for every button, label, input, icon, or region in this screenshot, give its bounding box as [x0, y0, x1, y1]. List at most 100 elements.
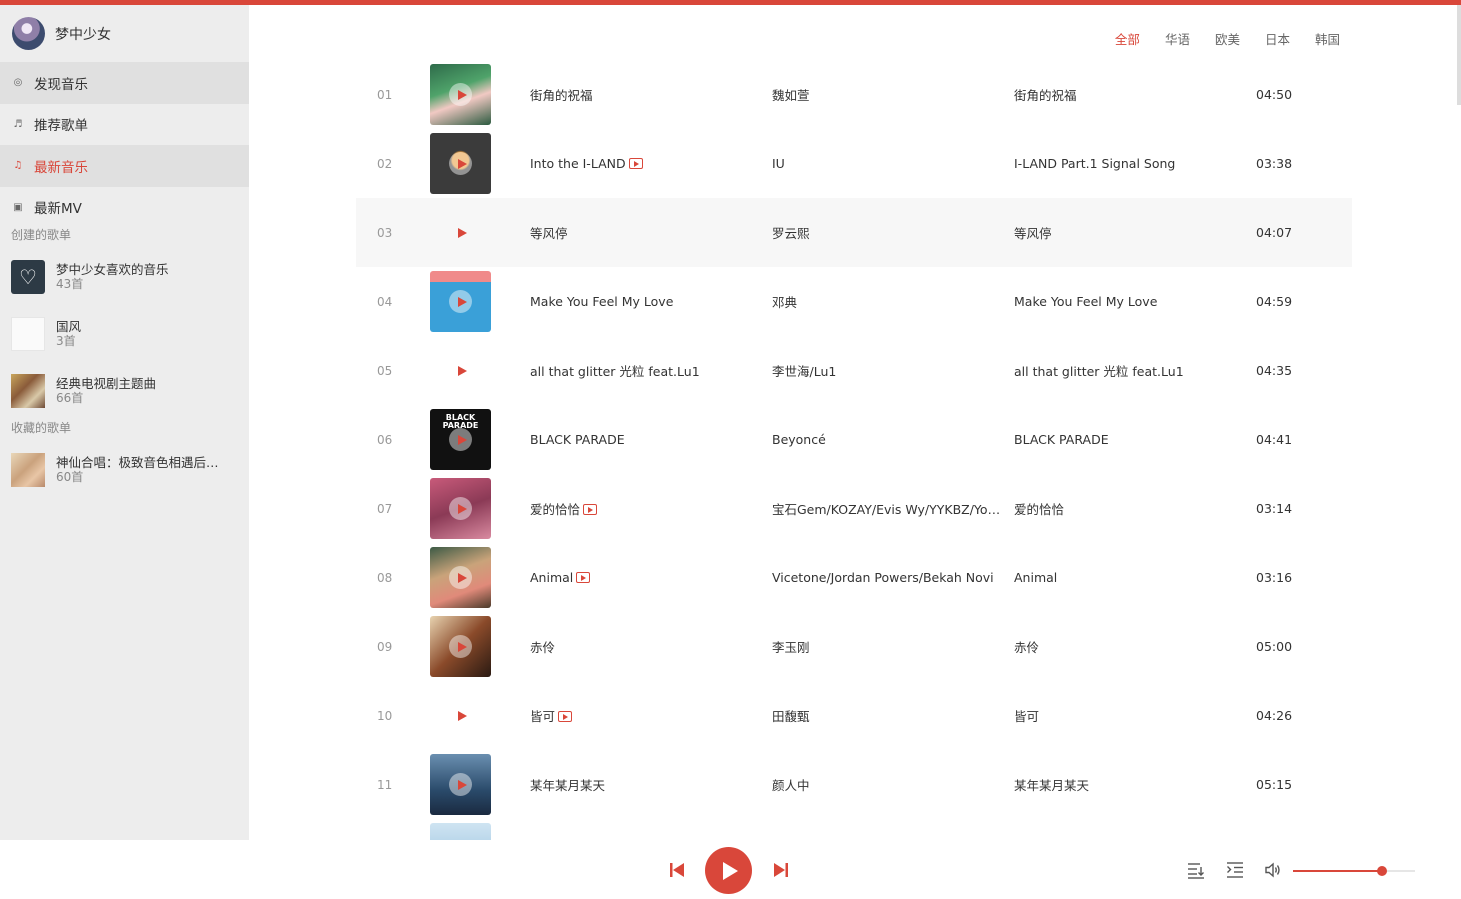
song-album[interactable]: I-LAND Part.1 Signal Song	[1014, 156, 1244, 171]
song-artist[interactable]: 魏如萱	[772, 85, 1002, 104]
song-row[interactable]: 11 某年某月某天 颜人中 某年某月某天 05:15	[356, 750, 1352, 819]
song-row[interactable]: 09 赤伶 李玉刚 赤伶 05:00	[356, 612, 1352, 681]
mv-icon[interactable]	[576, 572, 591, 583]
song-cover[interactable]	[430, 547, 491, 608]
song-album[interactable]: BLACK PARADE	[1014, 432, 1244, 447]
song-cover[interactable]	[430, 616, 491, 677]
playlist-item[interactable]: 神仙合唱：极致音色相遇后的... 60首	[0, 441, 249, 498]
song-cover[interactable]	[430, 754, 491, 815]
scrollbar[interactable]	[1457, 5, 1461, 105]
mv-icon[interactable]	[628, 158, 643, 169]
song-title[interactable]: 赤伶	[530, 637, 760, 656]
song-row[interactable]: 02 Into the I-LAND IU I-LAND Part.1 Sign…	[356, 129, 1352, 198]
nav-discover-music[interactable]: ◎ 发现音乐	[0, 62, 249, 104]
song-artist[interactable]: 宝石Gem/KOZAY/Evis Wy/YYKBZ/Yok...	[772, 499, 1002, 518]
song-row[interactable]: 10 皆可 田馥甄 皆可 04:26	[356, 681, 1352, 750]
song-album[interactable]: 赤伶	[1014, 637, 1244, 656]
play-icon[interactable]	[449, 497, 472, 520]
mv-icon[interactable]	[583, 504, 598, 515]
user-profile[interactable]: 梦中少女	[0, 5, 249, 62]
filter-korea[interactable]: 韩国	[1315, 29, 1340, 48]
play-icon[interactable]	[449, 635, 472, 658]
song-title[interactable]: Into the I-LAND	[530, 156, 760, 171]
nav-recommended-playlists[interactable]: ♬ 推荐歌单	[0, 104, 249, 146]
song-duration: 04:59	[1256, 294, 1293, 309]
play-icon[interactable]	[449, 428, 472, 451]
nav-latest-mv[interactable]: ▣ 最新MV	[0, 187, 249, 229]
filter-chinese[interactable]: 华语	[1165, 29, 1190, 48]
play-icon[interactable]	[449, 566, 472, 589]
play-icon[interactable]	[449, 773, 472, 796]
avatar[interactable]	[12, 17, 45, 50]
previous-track-icon[interactable]	[669, 862, 685, 878]
playlist-count: 3首	[56, 334, 76, 348]
music-note-icon: ♫	[13, 160, 23, 172]
song-album[interactable]: 皆可	[1014, 706, 1244, 725]
playlist-item[interactable]: 国风 3首	[0, 305, 249, 362]
playlist-count: 66首	[56, 391, 84, 405]
playlist-queue-icon[interactable]	[1187, 861, 1205, 879]
playlist-item[interactable]: ♡ 梦中少女喜欢的音乐 43首	[0, 248, 249, 305]
filter-japan[interactable]: 日本	[1265, 29, 1290, 48]
song-cover[interactable]	[430, 823, 491, 840]
song-row[interactable]: 08 Animal Vicetone/Jordan Powers/Bekah N…	[356, 543, 1352, 612]
filter-all[interactable]: 全部	[1115, 29, 1140, 48]
song-title[interactable]: all that glitter 光粒 feat.Lu1	[530, 361, 760, 380]
song-artist[interactable]: 罗云熙	[772, 223, 1002, 242]
play-icon[interactable]	[449, 152, 472, 175]
song-title[interactable]: BLACK PARADE	[530, 432, 760, 447]
play-icon[interactable]	[449, 83, 472, 106]
song-cover[interactable]	[430, 133, 491, 194]
song-album[interactable]: Make You Feel My Love	[1014, 294, 1244, 309]
song-artist[interactable]: 田馥甄	[772, 706, 1002, 725]
song-row[interactable]: 05 all that glitter 光粒 feat.Lu1 李世海/Lu1 …	[356, 336, 1352, 405]
play-icon[interactable]	[458, 227, 467, 238]
song-artist[interactable]: 李玉刚	[772, 637, 1002, 656]
volume-slider[interactable]	[1293, 866, 1415, 876]
song-artist[interactable]: 李世海/Lu1	[772, 361, 1002, 380]
song-row[interactable]: 06 BLACK PARADE BLACK PARADE Beyoncé BLA…	[356, 405, 1352, 474]
song-album[interactable]: 等风停	[1014, 223, 1244, 242]
song-artist[interactable]: IU	[772, 156, 1002, 171]
song-title[interactable]: 爱的恰恰	[530, 499, 760, 518]
song-album[interactable]: 街角的祝福	[1014, 85, 1244, 104]
song-row[interactable]: 01 街角的祝福 魏如萱 街角的祝福 04:50	[356, 60, 1352, 129]
filter-western[interactable]: 欧美	[1215, 29, 1240, 48]
next-track-icon[interactable]	[773, 862, 789, 878]
song-row[interactable]: 03 等风停 罗云熙 等风停 04:07	[356, 198, 1352, 267]
song-cover[interactable]	[430, 64, 491, 125]
nav-latest-music[interactable]: ♫ 最新音乐	[0, 145, 249, 187]
song-cover[interactable]	[430, 271, 491, 332]
playlist-name: 梦中少女喜欢的音乐	[56, 262, 169, 277]
song-title[interactable]: 街角的祝福	[530, 85, 760, 104]
song-artist[interactable]: 邓典	[772, 292, 1002, 311]
play-icon[interactable]	[458, 365, 467, 376]
play-icon[interactable]	[449, 290, 472, 313]
song-artist[interactable]: 颜人中	[772, 775, 1002, 794]
song-artist[interactable]: Vicetone/Jordan Powers/Bekah Novi	[772, 570, 1002, 585]
song-row[interactable]	[356, 819, 1352, 840]
song-album[interactable]: 爱的恰恰	[1014, 499, 1244, 518]
song-title[interactable]: 等风停	[530, 223, 760, 242]
play-icon[interactable]	[458, 710, 467, 721]
song-title[interactable]: Make You Feel My Love	[530, 294, 760, 309]
song-row[interactable]: 07 爱的恰恰 宝石Gem/KOZAY/Evis Wy/YYKBZ/Yok...…	[356, 474, 1352, 543]
song-duration: 04:50	[1256, 87, 1293, 102]
mv-icon[interactable]	[558, 711, 573, 722]
volume-icon[interactable]	[1264, 861, 1282, 879]
volume-knob[interactable]	[1377, 866, 1388, 876]
song-album[interactable]: Animal	[1014, 570, 1244, 585]
song-album[interactable]: 某年某月某天	[1014, 775, 1244, 794]
lyrics-list-icon[interactable]	[1226, 861, 1244, 879]
play-button[interactable]	[705, 847, 752, 894]
song-album[interactable]: all that glitter 光粒 feat.Lu1	[1014, 361, 1244, 380]
song-cover[interactable]	[430, 478, 491, 539]
play-icon	[723, 861, 738, 880]
song-row[interactable]: 04 Make You Feel My Love 邓典 Make You Fee…	[356, 267, 1352, 336]
song-artist[interactable]: Beyoncé	[772, 432, 1002, 447]
song-title[interactable]: 皆可	[530, 706, 760, 725]
song-title[interactable]: 某年某月某天	[530, 775, 760, 794]
song-cover[interactable]: BLACK PARADE	[430, 409, 491, 470]
song-title[interactable]: Animal	[530, 570, 760, 585]
playlist-item[interactable]: 经典电视剧主题曲 66首	[0, 362, 249, 419]
